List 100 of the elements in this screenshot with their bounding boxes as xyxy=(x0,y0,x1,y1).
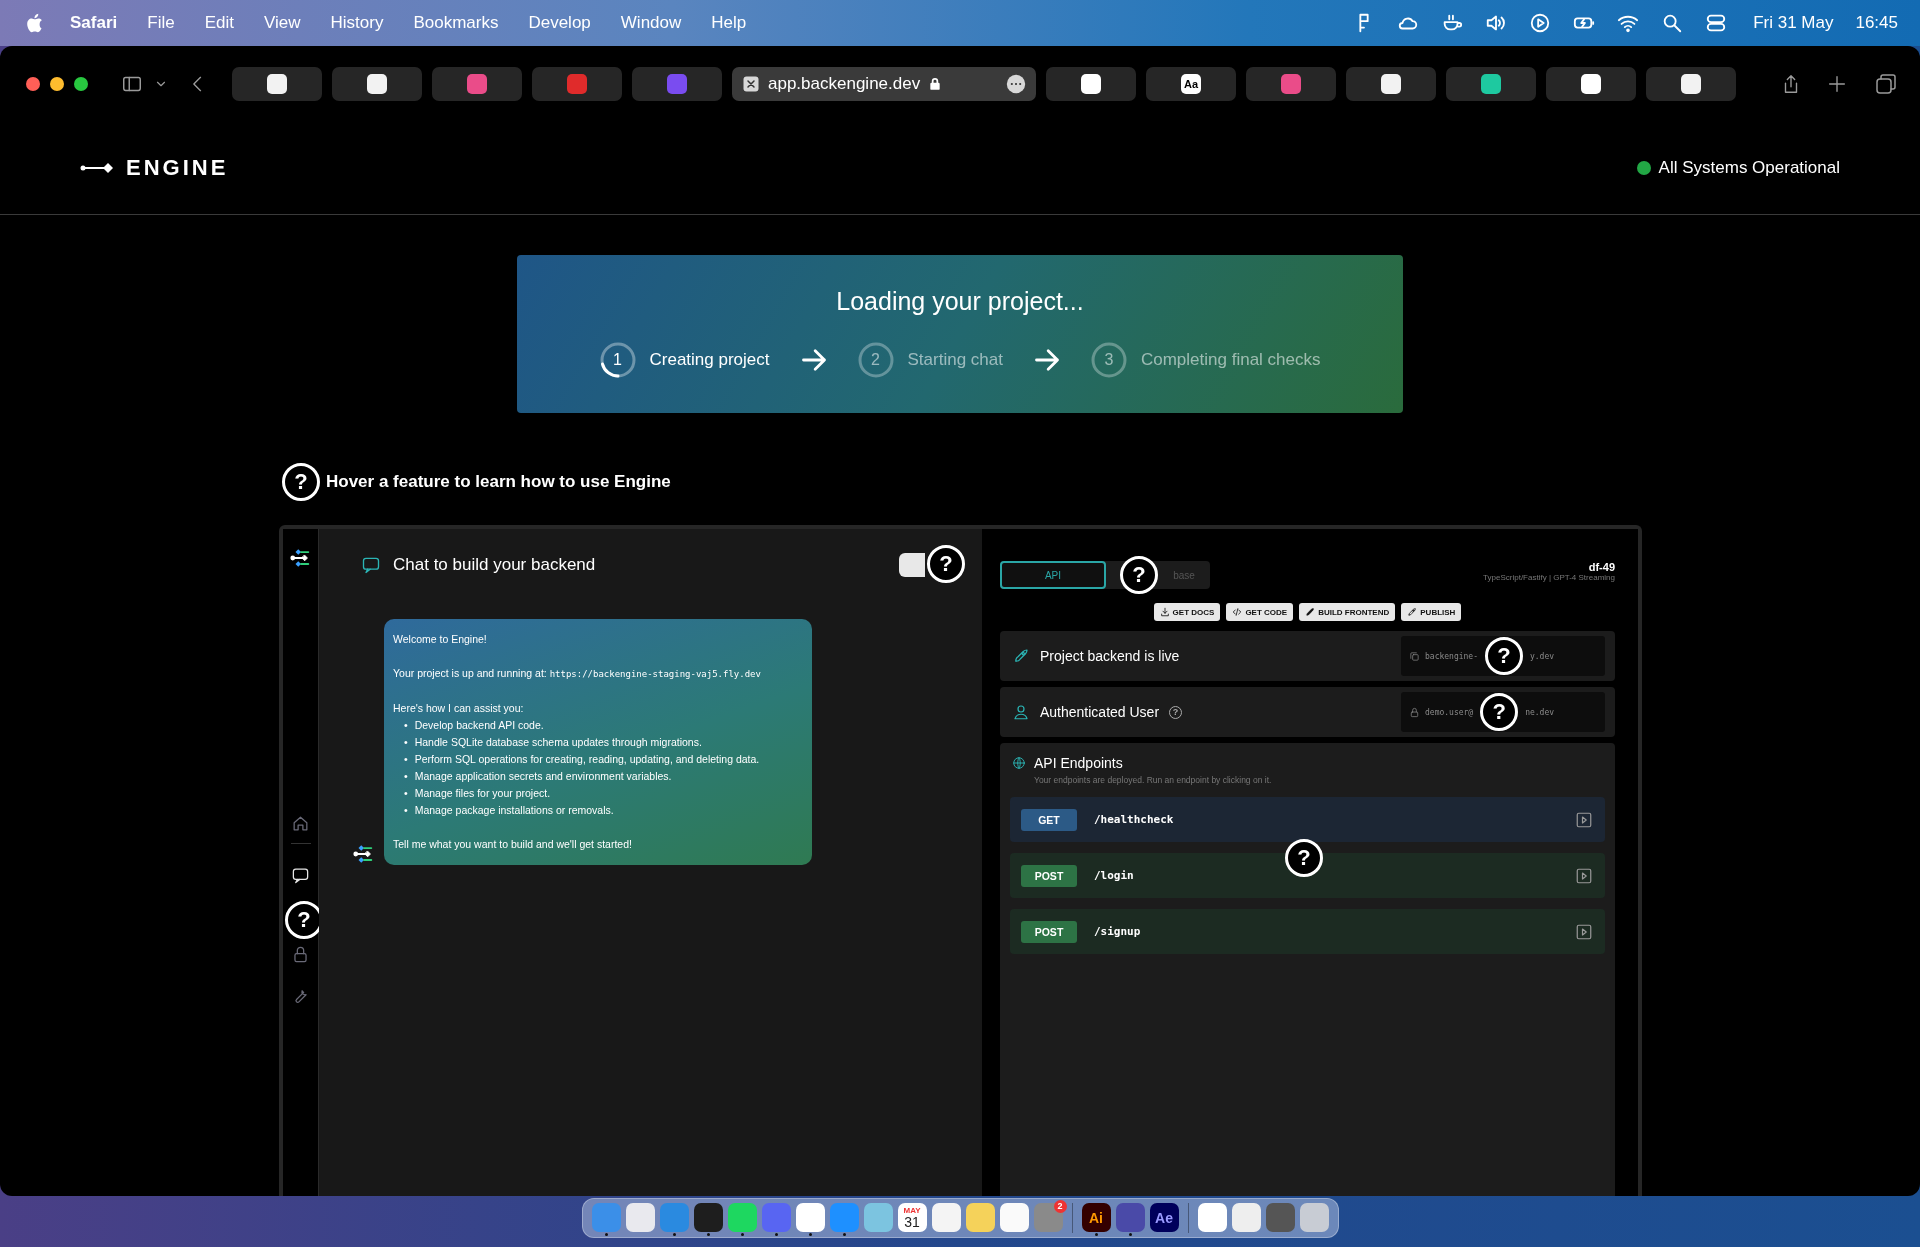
play-icon[interactable] xyxy=(1575,866,1593,885)
menu-item[interactable]: Safari xyxy=(70,13,118,33)
step-indicator: 2 xyxy=(857,342,894,378)
menu-item[interactable]: Develop xyxy=(528,13,591,33)
browser-tab[interactable] xyxy=(1346,67,1436,101)
code-icon xyxy=(1232,607,1243,617)
browser-tab[interactable]: app.backengine.dev xyxy=(732,67,1036,101)
method-tag: POST xyxy=(1021,864,1077,887)
menu-item[interactable]: View xyxy=(263,13,301,33)
arrow-right-icon xyxy=(799,346,828,374)
app-icon[interactable]: Ai xyxy=(1081,1203,1111,1232)
app-icon[interactable] xyxy=(931,1203,961,1232)
action-button[interactable]: PUBLISH xyxy=(1401,603,1462,621)
action-button[interactable]: GET DOCS xyxy=(1153,603,1221,621)
address-text[interactable]: app.backengine.dev xyxy=(768,74,921,94)
status-text: All Systems Operational xyxy=(1658,158,1840,178)
app-icon[interactable] xyxy=(625,1203,655,1232)
play-icon[interactable] xyxy=(1575,922,1593,941)
app-icon[interactable] xyxy=(1231,1203,1261,1232)
app-icon[interactable]: MAY 31 xyxy=(897,1203,927,1232)
panel-tab[interactable]: API xyxy=(1000,561,1106,589)
step-label: Starting chat xyxy=(907,350,1003,370)
search-icon[interactable] xyxy=(1661,12,1684,34)
hint-text: Hover a feature to learn how to use Engine xyxy=(326,472,671,492)
endpoint-row[interactable]: POST /signup xyxy=(1010,909,1605,954)
field-text: backengine- xyxy=(1425,651,1478,661)
app-icon[interactable] xyxy=(999,1203,1029,1232)
chat-bubble-icon[interactable] xyxy=(291,866,310,885)
browser-tab[interactable] xyxy=(332,67,422,101)
copy-icon xyxy=(1409,650,1420,662)
home-icon[interactable] xyxy=(291,814,310,833)
app-icon[interactable] xyxy=(693,1203,723,1232)
site-icon: Aa xyxy=(1181,74,1201,94)
list-item: Manage files for your project. xyxy=(414,786,551,801)
browser-tab[interactable] xyxy=(1646,67,1736,101)
app-icon[interactable] xyxy=(1197,1203,1227,1232)
menu-item[interactable]: History xyxy=(330,13,384,33)
step-label: Creating project xyxy=(649,350,770,370)
browser-tab[interactable] xyxy=(1546,67,1636,101)
bullet: • xyxy=(404,752,408,767)
logo-icon xyxy=(80,162,116,174)
action-button[interactable]: BUILD FRONTEND xyxy=(1299,603,1396,621)
help-marker[interactable]: ? xyxy=(927,545,965,583)
section-title: API Endpoints xyxy=(1034,755,1123,771)
lock-icon[interactable] xyxy=(291,945,310,964)
window-control[interactable] xyxy=(74,77,88,91)
list-item: Handle SQLite database schema updates through migrations. xyxy=(414,735,702,750)
toggle-icon[interactable] xyxy=(1705,12,1728,34)
method-tag: POST xyxy=(1021,920,1077,943)
project-url[interactable]: https://backengine-staging-vaj5.fly.dev xyxy=(549,669,761,679)
help-marker[interactable]: ? xyxy=(1485,637,1523,675)
help-marker[interactable]: ? xyxy=(1480,693,1519,731)
loading-title: Loading your project... xyxy=(836,287,1084,316)
help-marker[interactable]: ? xyxy=(282,463,320,501)
browser-tab[interactable]: Aa xyxy=(1146,67,1236,101)
close-icon[interactable] xyxy=(742,75,760,93)
chat-title: Chat to build your backend xyxy=(393,555,596,575)
endpoint-path: /signup xyxy=(1094,925,1142,938)
bullet: • xyxy=(404,735,408,750)
menu-item[interactable]: Help xyxy=(711,13,747,33)
play-icon[interactable] xyxy=(1575,810,1593,829)
window-control[interactable] xyxy=(26,77,40,91)
step-label: Completing final checks xyxy=(1140,350,1321,370)
browser-tab[interactable] xyxy=(232,67,322,101)
tabs-icon[interactable] xyxy=(1874,72,1898,96)
menu-item[interactable]: Bookmarks xyxy=(413,13,499,33)
person-icon xyxy=(1012,703,1030,721)
window-control[interactable] xyxy=(50,77,64,91)
value-field[interactable]: demo.user@ ? ne.dev xyxy=(1401,692,1605,732)
engine-icon[interactable] xyxy=(289,547,312,569)
menu-item[interactable]: File xyxy=(147,13,175,33)
message-text: Your project is up and running at: xyxy=(393,667,548,679)
project-name: df-49 xyxy=(1587,561,1615,573)
app-icon[interactable] xyxy=(795,1203,825,1232)
section-subtitle: Your endpoints are deployed. Run an endpoint by clicking on it. xyxy=(1034,775,1273,785)
value-field[interactable]: backengine- ? y.dev xyxy=(1401,636,1605,676)
plus-icon[interactable] xyxy=(1826,73,1848,95)
lock-icon xyxy=(1409,706,1420,718)
message-text: Welcome to Engine! xyxy=(393,632,488,647)
browser-tab[interactable] xyxy=(1446,67,1536,101)
app-icon[interactable]: Ae xyxy=(1149,1203,1179,1232)
message-text: Tell me what you want to build and we'll get started! xyxy=(393,837,633,852)
browser-tab[interactable] xyxy=(1046,67,1136,101)
action-button[interactable]: GET CODE xyxy=(1226,603,1294,621)
menu-item[interactable]: Window xyxy=(620,13,682,33)
notification-badge: 2 xyxy=(1053,1200,1067,1213)
arrow-right-icon xyxy=(1032,346,1061,374)
logo[interactable]: ENGINE xyxy=(80,155,229,181)
docs-icon xyxy=(1159,607,1170,617)
status-label: Authenticated User xyxy=(1040,704,1160,720)
bullet: • xyxy=(404,718,408,733)
field-text: y.dev xyxy=(1530,651,1555,661)
menu-item[interactable]: Edit xyxy=(204,13,234,33)
header-button[interactable] xyxy=(899,553,925,577)
play-icon[interactable] xyxy=(1529,12,1552,34)
lock-icon xyxy=(928,76,943,92)
help-marker[interactable]: ? xyxy=(1120,556,1158,594)
list-item: Manage package installations or removals. xyxy=(414,803,614,818)
list-item: Manage application secrets and environment variables. xyxy=(414,769,672,784)
more-icon[interactable] xyxy=(1006,74,1026,94)
